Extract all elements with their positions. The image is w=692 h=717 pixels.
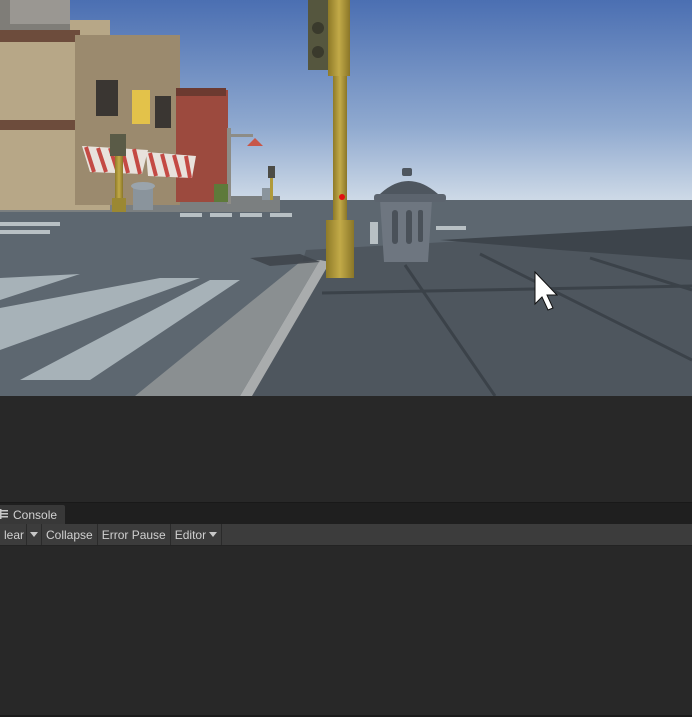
crosshair-dot [339, 194, 345, 200]
clear-button-label: lear [3, 527, 24, 542]
street-scene [0, 0, 692, 396]
collapse-toggle[interactable]: Collapse [42, 524, 98, 545]
console-toolbar: lear Collapse Error Pause Editor [0, 524, 692, 546]
chevron-down-icon [30, 532, 38, 537]
chevron-down-icon [209, 532, 218, 537]
editor-target-dropdown[interactable]: Editor [171, 524, 223, 545]
game-view-viewport[interactable] [0, 0, 692, 396]
clear-options-dropdown[interactable] [27, 524, 42, 545]
clear-button[interactable]: lear [0, 524, 27, 545]
error-pause-toggle[interactable]: Error Pause [98, 524, 171, 545]
tab-console[interactable]: Console [0, 505, 66, 524]
console-tab-bar: Console [0, 503, 692, 524]
editor-dropdown-label: Editor [174, 527, 207, 542]
console-log-area[interactable] [0, 546, 692, 717]
error-pause-label: Error Pause [101, 527, 166, 542]
collapse-label: Collapse [46, 527, 93, 542]
editor-empty-panel [0, 396, 692, 502]
console-list-icon [0, 509, 8, 519]
console-panel: Console lear Collapse Error Pause Editor [0, 502, 692, 717]
tab-console-label: Console [13, 507, 58, 522]
